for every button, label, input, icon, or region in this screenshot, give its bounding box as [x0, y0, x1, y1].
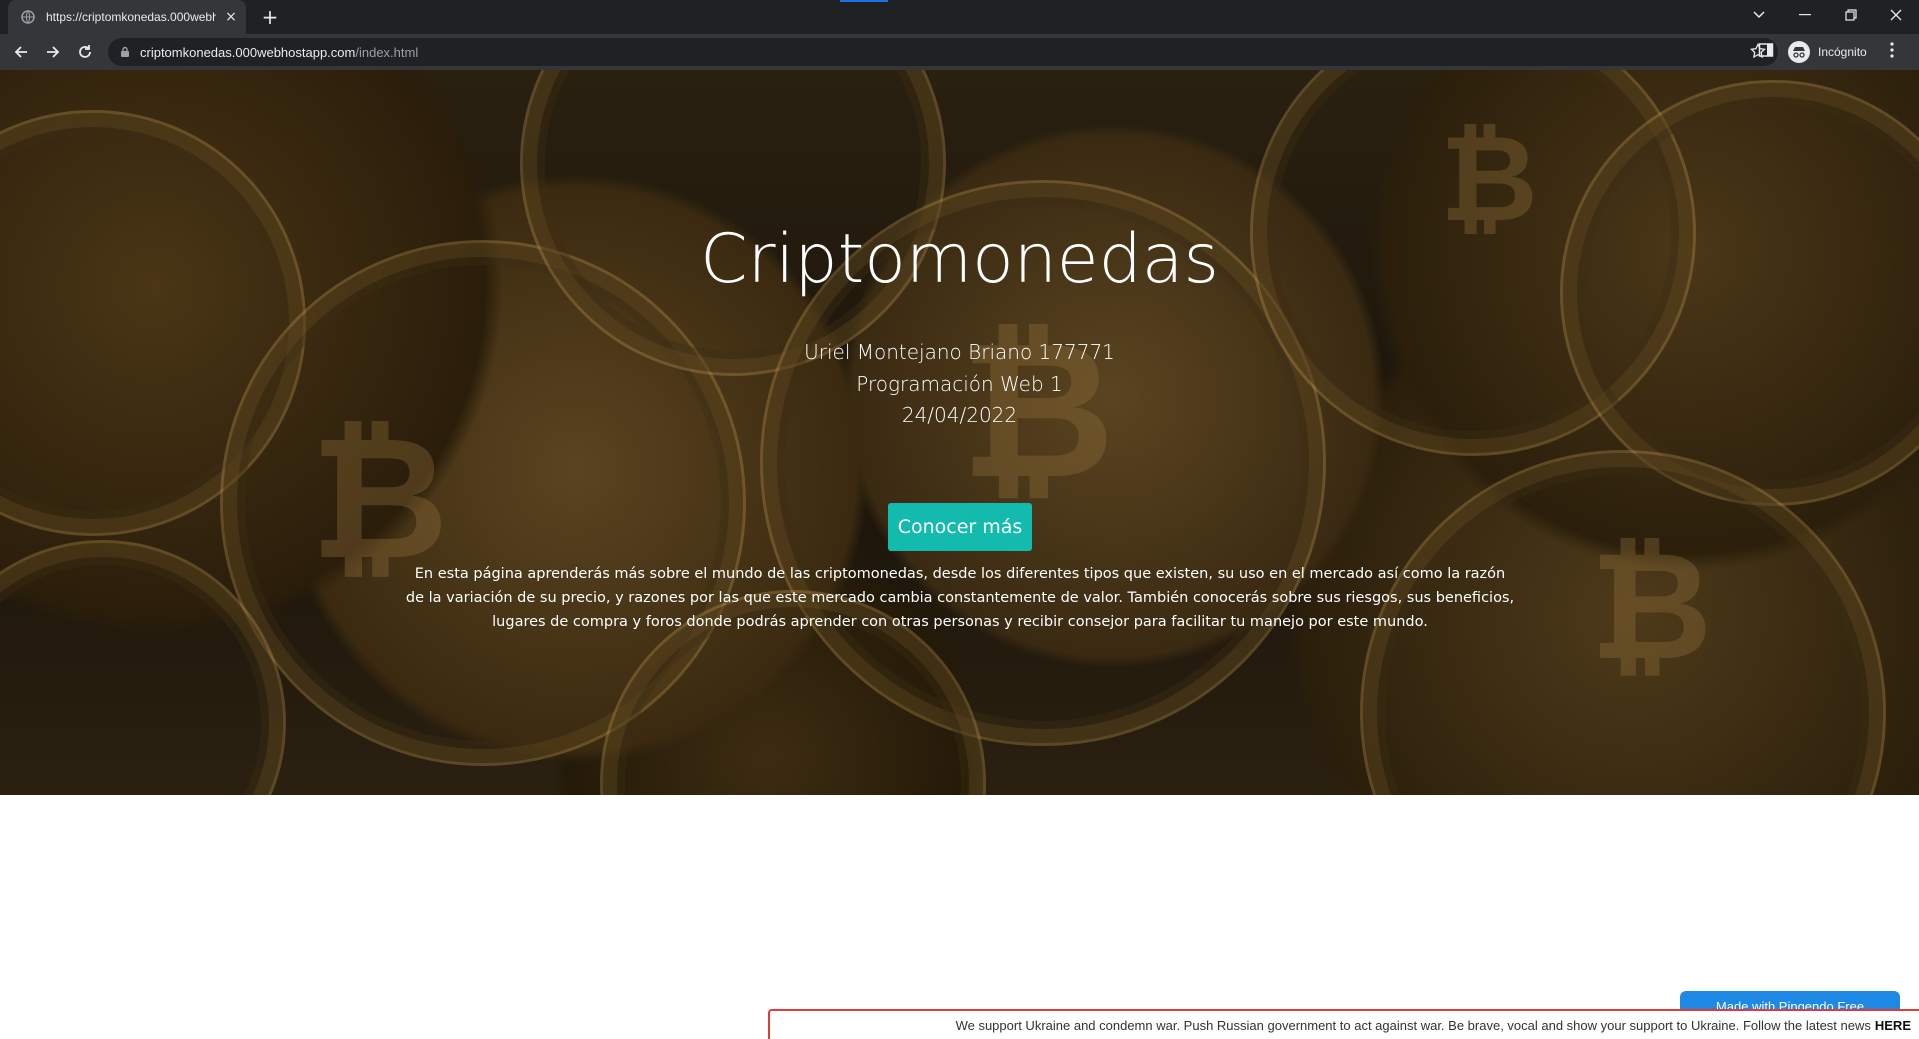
bitcoin-symbol-icon: ₿	[1590, 520, 1713, 694]
author-line: Uriel Montejano Briano 177771	[804, 340, 1115, 364]
course-line: Programación Web 1	[856, 372, 1063, 396]
reload-icon[interactable]	[73, 40, 97, 64]
ukraine-news-link[interactable]: HERE	[1875, 1018, 1911, 1033]
side-panel-icon[interactable]	[1758, 42, 1774, 62]
tab-strip: https://criptomkonedas.000webhostapp.com…	[0, 0, 1919, 34]
browser-tab[interactable]: https://criptomkonedas.000webhostapp.com…	[8, 0, 246, 34]
conocer-mas-button[interactable]: Conocer más	[888, 503, 1032, 551]
browser-toolbar: criptomkonedas.000webhostapp.com/index.h…	[0, 34, 1919, 70]
close-tab-icon[interactable]: ×	[222, 8, 240, 26]
incognito-profile[interactable]: Incógnito	[1788, 40, 1867, 64]
ukraine-support-banner: We support Ukraine and condemn war. Push…	[768, 1009, 1919, 1039]
restore-icon[interactable]	[1828, 0, 1874, 30]
url-host: criptomkonedas.000webhostapp.com	[140, 44, 356, 60]
minimize-icon[interactable]	[1782, 0, 1828, 30]
page-title: Criptomonedas	[700, 220, 1219, 299]
profile-label: Incógnito	[1818, 45, 1867, 59]
url-text: criptomkonedas.000webhostapp.com/index.h…	[140, 45, 418, 60]
tab-title: https://criptomkonedas.000webhostapp.com…	[46, 10, 216, 24]
tab-drag-indicator	[840, 0, 888, 2]
incognito-icon	[1788, 41, 1810, 63]
lock-icon[interactable]	[120, 46, 130, 58]
back-icon[interactable]	[9, 40, 33, 64]
address-bar[interactable]: criptomkonedas.000webhostapp.com/index.h…	[108, 38, 1778, 66]
hero-description: En esta página aprenderás más sobre el m…	[405, 566, 1515, 630]
hero-section: ₿ ₿ ₿ ₿ Criptomonedas Uriel Montejano Br…	[0, 70, 1919, 795]
url-path: /index.html	[355, 44, 419, 60]
globe-icon	[20, 9, 36, 25]
new-tab-icon[interactable]: +	[258, 6, 282, 30]
close-window-icon[interactable]	[1873, 0, 1919, 30]
forward-icon[interactable]	[41, 40, 65, 64]
tab-search-icon[interactable]	[1736, 0, 1782, 30]
ukraine-banner-text: We support Ukraine and condemn war. Push…	[955, 1017, 1871, 1033]
kebab-menu-icon[interactable]	[1890, 42, 1894, 62]
date-line: 24/04/2022	[901, 403, 1018, 427]
